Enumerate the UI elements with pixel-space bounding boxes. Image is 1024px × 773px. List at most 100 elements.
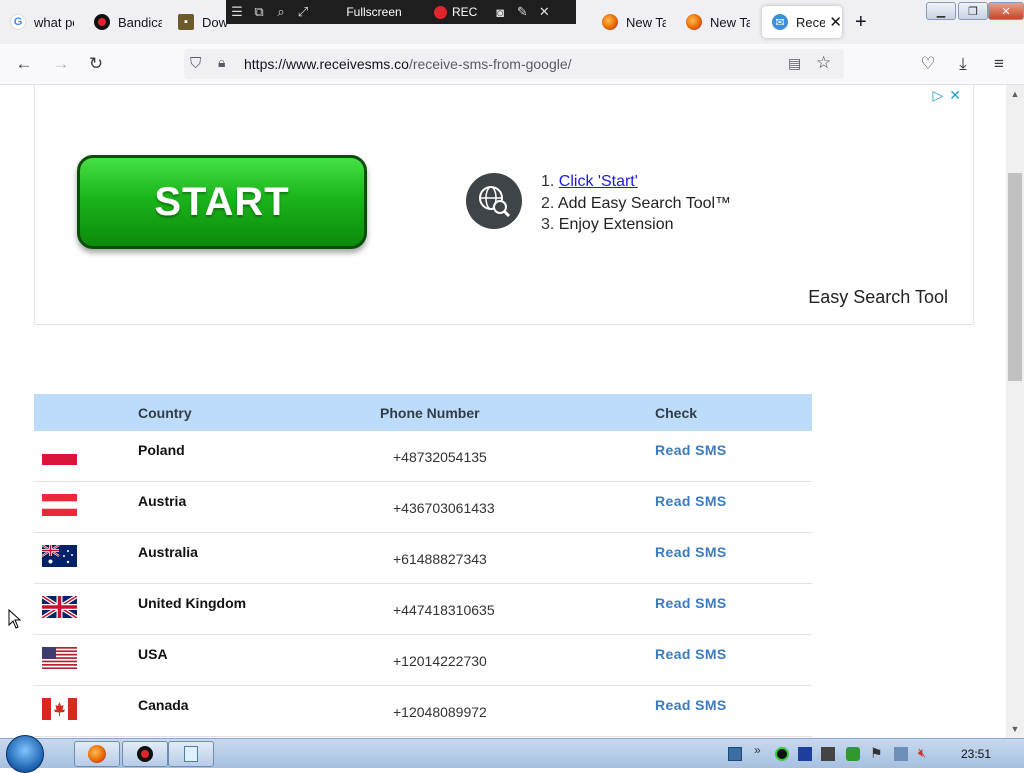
phone-number: +48732054135 [393,449,487,465]
download-icon[interactable]: ⤓ [951,52,975,76]
tab-0[interactable]: G what po [0,6,84,38]
new-tab-button[interactable]: + [855,12,867,32]
ad-brand-name: Easy Search Tool [808,287,948,307]
bandicam-icon [137,746,153,762]
shield-icon[interactable]: ⛉ [190,55,201,72]
reader-view-icon[interactable]: ▤ [788,55,801,72]
table-row: Canada +12048089972 Read SMS [34,686,812,737]
tab-active[interactable]: ✉ Recei ✕ [762,6,842,38]
tab-close-icon[interactable]: ✕ [829,13,842,31]
firefox-icon [602,14,618,30]
country-name: United Kingdom [138,595,247,611]
poland-flag-icon [42,443,77,465]
table-row: Austria +436703061433 Read SMS [34,482,812,533]
taskbar-firefox-button[interactable] [74,741,120,767]
taskbar-clock[interactable]: 23:51 [961,747,991,761]
taskbar-notepad-button[interactable] [168,741,214,767]
ad-step: 2. Add Easy Search Tool™ [541,194,732,212]
mouse-cursor-icon [8,609,22,629]
show-hidden-icons-chevron[interactable]: » [754,743,761,757]
screen-recorder-toolbar: ☰ ⧉ ⌕ ⤢ Fullscreen REC ◙ ✎ ✕ [226,0,576,24]
window-close-button[interactable]: ✕ [988,2,1024,20]
country-name: Australia [138,544,198,560]
rec-button[interactable]: REC [452,5,477,19]
usa-flag-icon [42,647,77,669]
reload-icon[interactable]: ↻ [84,52,108,76]
tab-7[interactable]: New Ta [676,6,756,38]
click-start-link[interactable]: Click 'Start' [559,173,638,190]
notepad-icon [184,746,198,762]
canada-flag-icon [42,698,77,720]
ad-steps-list: 1. Click 'Start' 2. Add Easy Search Tool… [541,171,731,236]
read-sms-link[interactable]: Read SMS [655,442,727,458]
ad-choices-icon[interactable]: ▷✕ [933,87,968,104]
app-tray-icon[interactable] [821,747,835,761]
menu-icon[interactable]: ☰ [226,0,248,24]
browser-tab-strip: G what po Bandica ▪ Down ☰ ⧉ ⌕ ⤢ Fullscr… [0,0,1024,44]
windows-taskbar: » ⚑ 🔇︎ 23:51 [0,735,1024,773]
table-row: United Kingdom +447418310635 Read SMS [34,584,812,635]
read-sms-link[interactable]: Read SMS [655,697,727,713]
scroll-up-arrow-icon[interactable]: ▲ [1006,87,1024,101]
url-bar[interactable]: ⛉ 🔒︎ https://www.receivesms.co/receive-s… [184,49,844,79]
phone-numbers-table: Country Phone Number Check Poland +48732… [34,394,812,737]
bookmark-star-icon[interactable]: ☆ [816,53,831,73]
phone-number: +61488827343 [393,551,487,567]
read-sms-link[interactable]: Read SMS [655,493,727,509]
pencil-icon[interactable]: ✎ [511,0,533,24]
bandicam-icon [94,14,110,30]
tab-6[interactable]: New Ta [592,6,672,38]
phone-number: +12048089972 [393,704,487,720]
volume-muted-icon[interactable]: 🔇︎ [918,745,926,761]
keyboard-tray-icon[interactable] [798,747,812,761]
australia-flag-icon [42,545,77,567]
security-shield-icon[interactable] [846,747,860,761]
table-row: Poland +48732054135 Read SMS [34,431,812,482]
read-sms-link[interactable]: Read SMS [655,595,727,611]
phone-number: +447418310635 [393,602,495,618]
action-center-flag-icon[interactable]: ⚑ [870,745,883,762]
navigation-toolbar: ← → ↻ ⛉ 🔒︎ https://www.receivesms.co/rec… [0,44,1024,85]
back-arrow-icon[interactable]: ← [12,52,36,76]
firefox-icon [88,745,106,763]
windows-start-button[interactable] [6,735,44,773]
country-name: Poland [138,442,185,458]
vertical-scrollbar[interactable]: ▲ ▼ [1006,85,1024,738]
close-icon[interactable]: ✕ [533,0,555,24]
page-viewport: ▷✕ START 1. Click 'Start' 2. Add Easy Se… [0,85,1006,738]
hamburger-menu-icon[interactable]: ≡ [987,52,1011,76]
forward-arrow-icon[interactable]: → [49,52,73,76]
table-row: USA +12014222730 Read SMS [34,635,812,686]
scroll-down-arrow-icon[interactable]: ▼ [1006,722,1024,736]
resize-icon[interactable]: ⤢ [292,0,314,24]
lock-icon[interactable]: 🔒︎ [218,54,225,71]
scrollbar-thumb[interactable] [1008,173,1022,381]
country-name: Canada [138,697,189,713]
table-row: Australia +61488827343 Read SMS [34,533,812,584]
advertisement-banner[interactable]: ▷✕ START 1. Click 'Start' 2. Add Easy Se… [34,85,974,325]
country-column-header: Country [138,405,192,421]
fullscreen-label[interactable]: Fullscreen [314,5,434,19]
tab-1[interactable]: Bandica [84,6,168,38]
ad-step: 1. Click 'Start' [541,173,638,190]
camera-icon[interactable]: ◙ [489,0,511,24]
check-column-header: Check [655,405,698,421]
network-tray-icon[interactable] [894,747,908,761]
url-text[interactable]: https://www.receivesms.co/receive-sms-fr… [244,56,572,72]
region-zoom-icon[interactable]: ⌕ [270,0,292,24]
window-mode-icon[interactable]: ⧉ [248,0,270,24]
read-sms-link[interactable]: Read SMS [655,544,727,560]
phone-number: +436703061433 [393,500,495,516]
bandicam-tray-icon[interactable] [775,747,789,761]
ad-step: 3. Enjoy Extension [541,216,674,233]
tab-2[interactable]: ▪ Down [168,6,228,38]
download-site-icon: ▪ [178,14,194,30]
restore-button[interactable]: ❐ [958,2,988,20]
minimize-button[interactable]: ▁ [926,2,956,20]
pocket-icon[interactable]: ♡ [916,52,940,76]
taskbar-bandicam-button[interactable] [122,741,168,767]
ad-start-button[interactable]: START [77,155,367,249]
country-name: USA [138,646,168,662]
read-sms-link[interactable]: Read SMS [655,646,727,662]
network-monitor-icon[interactable] [728,747,742,761]
